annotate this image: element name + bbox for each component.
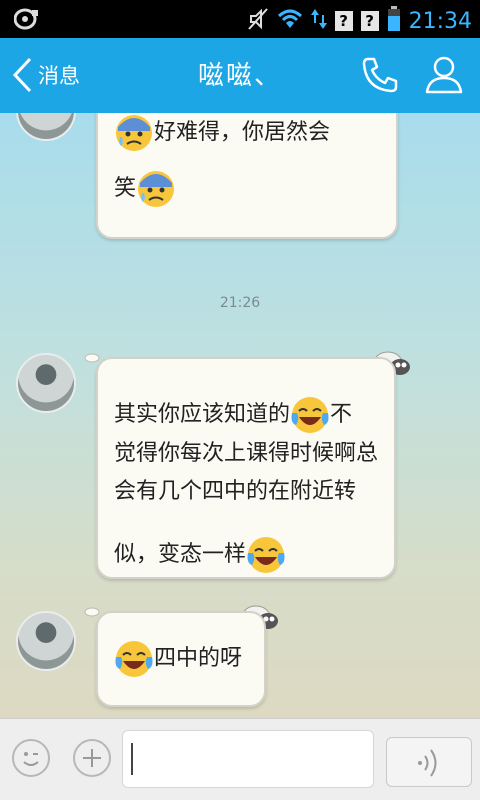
wifi-icon [277, 8, 303, 34]
mute-icon [247, 7, 269, 35]
message-bubble[interactable]: 好难得，你居然会 笑 [96, 113, 398, 239]
message-line [114, 511, 378, 535]
page-title: 嗞嗞、 [197, 61, 282, 91]
tears-of-joy-emoji-icon [290, 395, 330, 435]
tears-of-joy-emoji-icon [246, 535, 286, 575]
message-line: 觉得你每次上课得时候啊总 [114, 441, 379, 466]
cold-sweat-emoji-icon [114, 113, 154, 153]
battery-icon [387, 6, 401, 36]
profile-button[interactable] [424, 54, 464, 98]
cold-sweat-emoji-icon [136, 169, 176, 209]
message-bubble[interactable]: 四中的呀 [96, 611, 266, 707]
message-line: 笑 [114, 169, 380, 209]
message-line: 似，变态一样 [114, 535, 378, 575]
message-line: 其实你应该知道的 不 [114, 395, 378, 435]
text-cursor [131, 743, 133, 775]
title-bar: 消息 嗞嗞、 [0, 38, 480, 113]
timestamp-divider: 21:26 [219, 295, 261, 311]
data-arrows-icon [310, 7, 327, 35]
chat-area[interactable]: 好难得，你居然会 笑 21:26 其实你应该知道的 不 觉得你每次上课得时候啊总… [0, 113, 480, 718]
contact-avatar[interactable] [16, 353, 76, 413]
sim-icon: ? [334, 11, 353, 31]
message-line: 四中的呀 [114, 639, 248, 679]
contact-avatar[interactable] [16, 611, 76, 671]
message-bubble[interactable]: 其实你应该知道的 不 觉得你每次上课得时候啊总 会有几个四中的在附近转 似，变态… [96, 357, 396, 579]
message-input[interactable] [122, 730, 374, 788]
notification-icon [13, 8, 40, 34]
user-icon [425, 56, 463, 94]
status-bar: ? ? 21:34 [0, 0, 480, 38]
plus-icon [83, 749, 101, 767]
message-line: 会有几个四中的在附近转 [114, 479, 357, 504]
tears-of-joy-emoji-icon [114, 639, 154, 679]
bubble-tail-icon [84, 353, 100, 363]
more-button[interactable] [73, 739, 111, 777]
call-button[interactable] [360, 55, 400, 99]
voice-wave-icon [418, 749, 437, 777]
contact-avatar[interactable] [16, 113, 76, 141]
bubble-tail-icon [84, 607, 100, 617]
sim-icon: ? [360, 11, 379, 31]
emoji-face-icon [23, 752, 39, 766]
voice-button[interactable] [386, 737, 472, 787]
emoji-button[interactable] [12, 739, 50, 777]
phone-icon [362, 57, 398, 93]
input-bar [0, 718, 480, 800]
message-line: 好难得，你居然会 [114, 113, 380, 153]
clock: 21:34 [408, 8, 472, 34]
